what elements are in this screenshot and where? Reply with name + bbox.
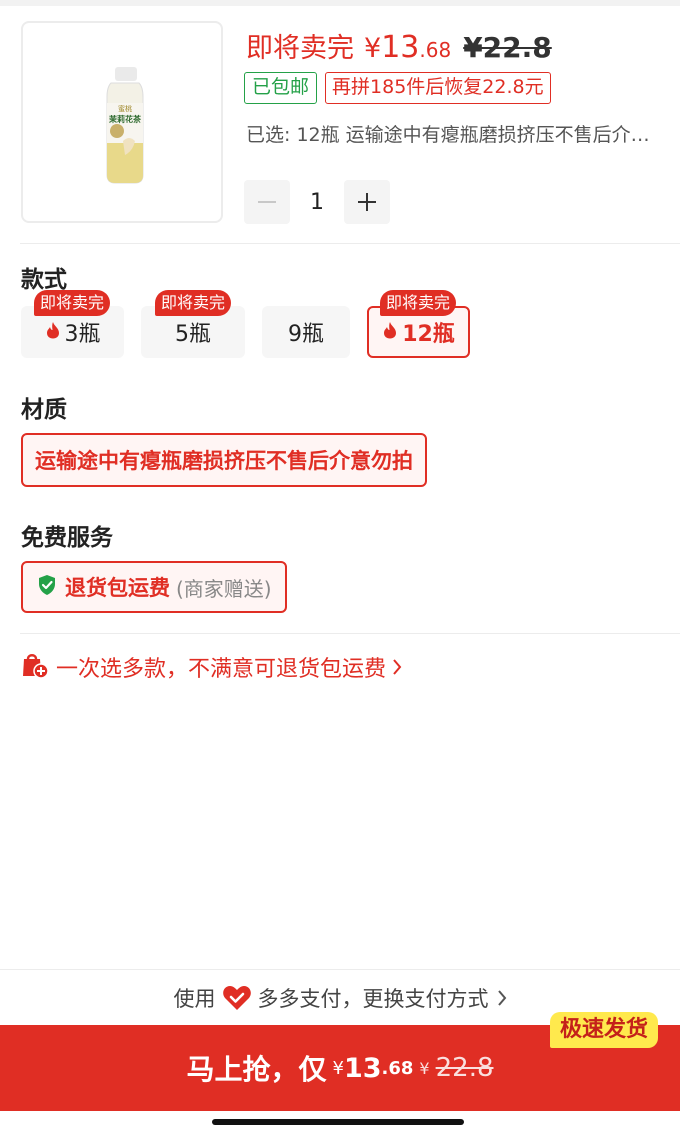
buy-original-currency: ¥ xyxy=(419,1058,430,1078)
payment-text: 多多支付，更换支付方式 xyxy=(257,986,489,1011)
selling-out-flag: 即将卖完 xyxy=(380,290,457,316)
chevron-right-icon xyxy=(392,658,402,676)
service-sub-label: (商家赠送) xyxy=(176,576,272,601)
buy-currency: ¥ xyxy=(332,1057,344,1079)
selling-out-flag: 即将卖完 xyxy=(155,290,232,316)
fire-icon xyxy=(382,320,398,345)
shopping-bag-icon xyxy=(20,650,50,684)
free-shipping-badge: 已包邮 xyxy=(244,72,318,104)
price-integer: 13 xyxy=(381,30,420,65)
duoduo-pay-icon xyxy=(222,985,252,1011)
product-image[interactable]: 蜜桃 茉莉花茶 xyxy=(21,21,223,223)
material-option-selected[interactable]: 运输途中有瘪瓶磨损挤压不售后介意勿拍 xyxy=(21,433,427,487)
quantity-value[interactable]: 1 xyxy=(290,190,344,215)
style-option-label: 3瓶 xyxy=(64,322,101,347)
group-buy-badge: 再拼185件后恢复22.8元 xyxy=(325,72,551,104)
style-option-label: 12瓶 xyxy=(402,322,455,347)
promo-text: 一次选多款，不满意可退货包运费 xyxy=(56,657,387,682)
return-shipping-option[interactable]: 退货包运费 (商家赠送) xyxy=(21,561,287,613)
original-price: ¥22.8 xyxy=(463,31,552,64)
shield-check-icon xyxy=(37,574,57,600)
badge-row: 已包邮 再拼185件后恢复22.8元 xyxy=(244,72,551,104)
fire-icon xyxy=(45,320,61,345)
selling-out-flag: 即将卖完 xyxy=(34,290,111,316)
price-row: 即将卖完 ¥ 13 .68 ¥22.8 xyxy=(246,26,552,65)
home-indicator[interactable] xyxy=(212,1119,464,1125)
service-main-label: 退货包运费 xyxy=(65,576,170,600)
fast-shipping-badge: 极速发货 xyxy=(549,1012,658,1048)
style-option-label: 9瓶 xyxy=(288,322,324,347)
price-decimal: .68 xyxy=(419,38,452,62)
style-option-9[interactable]: 9瓶 xyxy=(262,306,350,358)
buy-price-integer: 13 xyxy=(343,1052,382,1084)
payment-prefix: 使用 xyxy=(173,986,216,1011)
buy-original-price: 22.8 xyxy=(435,1053,494,1083)
buy-label: 马上抢，仅 xyxy=(186,1053,327,1086)
price-currency: ¥ xyxy=(364,33,382,64)
increase-button[interactable] xyxy=(344,180,390,224)
top-strip xyxy=(0,0,680,6)
bottle-icon: 蜜桃 茉莉花茶 xyxy=(106,67,144,184)
divider xyxy=(20,633,680,634)
selected-variant-text: 已选: 12瓶 运输途中有瘪瓶磨损挤压不售后介意勿拍 xyxy=(246,124,656,146)
quantity-stepper: 1 xyxy=(244,180,390,224)
style-section-title: 款式 xyxy=(21,267,67,293)
material-section-title: 材质 xyxy=(21,397,67,423)
promo-link[interactable]: 一次选多款，不满意可退货包运费 xyxy=(20,650,402,684)
divider xyxy=(20,243,680,244)
style-option-label: 5瓶 xyxy=(175,322,211,347)
price-tag: 即将卖完 xyxy=(246,33,354,64)
service-section-title: 免费服务 xyxy=(21,525,113,551)
decrease-button[interactable] xyxy=(244,180,290,224)
svg-text:蜜桃: 蜜桃 xyxy=(118,104,132,113)
svg-text:茉莉花茶: 茉莉花茶 xyxy=(108,114,142,124)
chevron-right-icon xyxy=(497,989,507,1007)
plus-icon xyxy=(358,193,376,211)
buy-price-decimal: .68 xyxy=(381,1057,414,1079)
minus-icon xyxy=(258,201,276,203)
